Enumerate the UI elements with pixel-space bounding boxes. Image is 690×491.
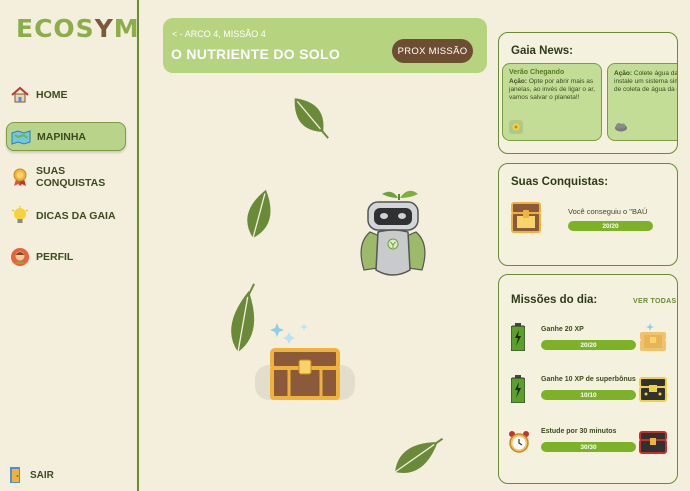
leaf-icon[interactable] [227,281,261,354]
achievement-progress: 20/20 [568,221,653,231]
news-title: Gaia News: [511,45,573,57]
daily-missions-panel: Missões do dia: VER TODAS Ganhe 20 XP 20… [498,274,678,484]
treasure-chest-icon[interactable] [255,323,355,400]
sidebar-item-dicas[interactable]: DICAS DA GAIA [6,201,126,230]
avatar-icon [10,247,30,267]
gaia-news-panel: Gaia News: Verão Chegando Ação: Opte por… [498,32,678,154]
action-label: Ação: [614,70,633,77]
sidebar-item-label: SUAS CONQUISTAS [36,164,106,189]
missions-title: Missões do dia: [511,294,598,306]
sidebar-item-perfil[interactable]: PERFIL [6,242,126,271]
sidebar-item-label: DICAS DA GAIA [36,209,116,222]
mission-label: Estude por 30 minutos [541,428,617,435]
mission-label: Ganhe 10 XP de superbônus [541,376,636,383]
mission-progress: 10/10 [541,390,636,400]
sidebar-item-home[interactable]: HOME [6,80,126,109]
see-all-link[interactable]: VER TODAS [633,298,676,305]
treasure-chest-icon [639,377,667,408]
exit-button[interactable]: SAIR [8,466,54,484]
sidebar-item-label: PERFIL [36,250,74,263]
mission-progress: 20/20 [541,340,636,350]
leaf-icon[interactable] [242,187,276,241]
news-card[interactable]: Verão Chegando Ação: Opte por abrir mais… [502,63,602,141]
battery-icon [510,323,526,356]
achievement-text: Você conseguiu o "BAÚ [568,207,648,216]
sidebar-item-conquistas[interactable]: SUAS CONQUISTAS [6,162,126,191]
cloud-icon [614,120,628,134]
treasure-chest-icon [511,202,541,239]
map-icon [11,127,31,147]
sidebar: ECOSYM HOME MAPINHA SUAS CONQUISTAS DICA… [0,0,139,491]
sidebar-item-label: MAPINHA [37,130,86,143]
mission-header: < - ARCO 4, MISSÃO 4 O NUTRIENTE DO SOLO… [163,18,487,73]
alarm-clock-icon [508,430,530,459]
next-mission-button[interactable]: PROX MISSÃO [392,39,473,63]
treasure-chest-icon [639,322,667,357]
news-card[interactable]: Ação: Colete água da chuva, instale um s… [607,63,677,141]
home-icon [10,85,30,105]
breadcrumb[interactable]: < - ARCO 4, MISSÃO 4 [172,29,266,39]
exit-label: SAIR [30,469,54,481]
robot-mascot-icon[interactable] [360,190,426,276]
app-logo[interactable]: ECOSYM [16,14,140,43]
news-headline: Verão Chegando [509,69,565,76]
action-label: Ação: [509,78,528,85]
medal-icon [10,167,30,187]
leaf-icon[interactable] [286,91,336,145]
mission-title: O NUTRIENTE DO SOLO [171,46,341,62]
leaf-icon[interactable] [389,430,449,481]
mission-progress: 30/30 [541,442,636,452]
lightbulb-icon [10,205,30,226]
mission-map [140,80,495,491]
door-icon [8,466,24,484]
treasure-chest-icon [639,431,667,460]
achievements-title: Suas Conquistas: [511,176,609,188]
sidebar-item-label: HOME [36,88,68,101]
battery-icon [510,375,526,408]
sidebar-item-mapinha[interactable]: MAPINHA [6,122,126,151]
mission-label: Ganhe 20 XP [541,326,584,333]
achievements-panel: Suas Conquistas: Você conseguiu o "BAÚ 2… [498,163,678,266]
sun-flower-icon [509,120,523,134]
